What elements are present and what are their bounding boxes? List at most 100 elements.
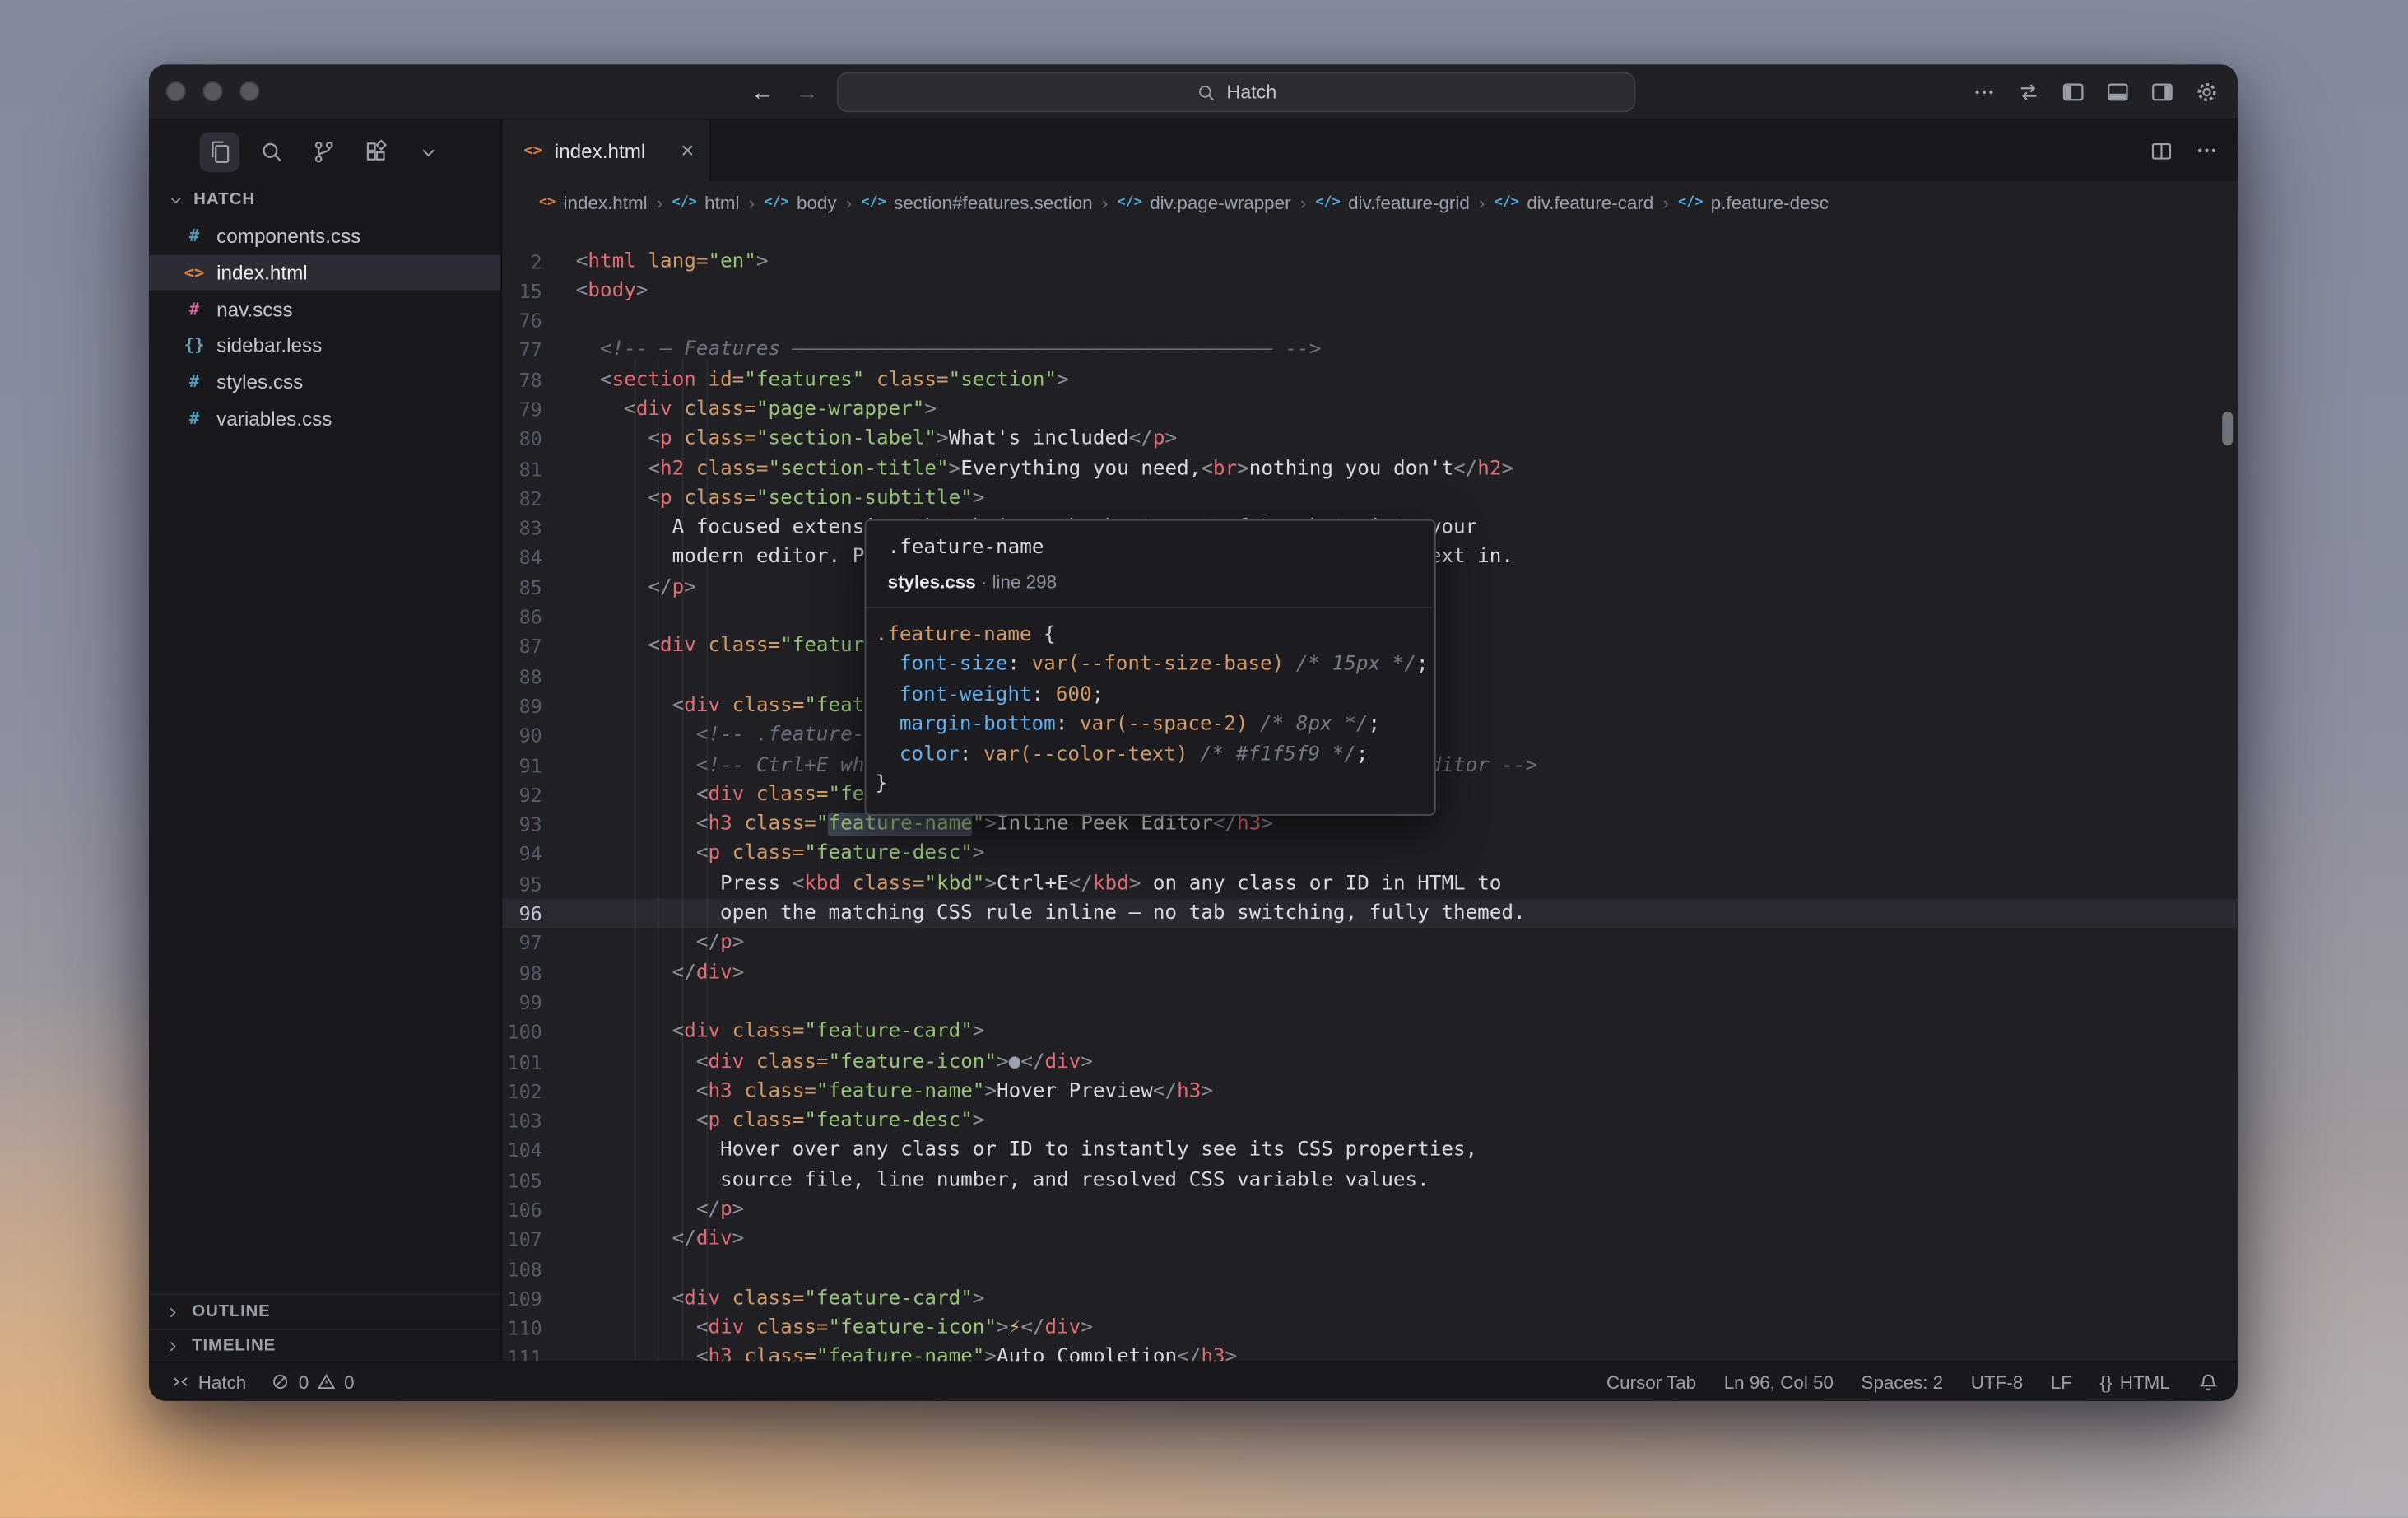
nav-back-button[interactable]: ← bbox=[751, 79, 774, 105]
code-line-111[interactable]: 111 <h3 class="feature-name">Auto Comple… bbox=[502, 1343, 2238, 1362]
cursor-position-status[interactable]: Ln 96, Col 50 bbox=[1724, 1371, 1834, 1392]
file-item-sidebar.less[interactable]: {} sidebar.less bbox=[149, 328, 500, 364]
breadcrumb-item[interactable]: </> div.page-wrapper bbox=[1118, 192, 1291, 213]
minimize-window-button[interactable] bbox=[202, 81, 223, 102]
line-number: 83 bbox=[518, 516, 542, 540]
code-line-103[interactable]: 103 <p class="feature-desc"> bbox=[502, 1106, 2238, 1136]
code-line-94[interactable]: 94 <p class="feature-desc"> bbox=[502, 840, 2238, 869]
activity-source-control-button[interactable] bbox=[304, 132, 344, 172]
breadcrumb-separator: › bbox=[1478, 192, 1485, 214]
breadcrumb-separator: › bbox=[1299, 192, 1307, 214]
toggle-primary-sidebar-icon[interactable] bbox=[2061, 80, 2085, 105]
activity-explorer-button[interactable] bbox=[199, 132, 240, 172]
code-line-15[interactable]: 15 <body> bbox=[502, 277, 2238, 306]
nav-forward-button[interactable]: → bbox=[796, 79, 819, 105]
tab-close-icon[interactable]: × bbox=[681, 137, 694, 164]
file-item-components.css[interactable]: # components.css bbox=[149, 218, 500, 254]
indentation-status[interactable]: Spaces: 2 bbox=[1862, 1371, 1944, 1392]
code-line-82[interactable]: 82 <p class="section-subtitle"> bbox=[502, 484, 2238, 514]
breadcrumb-item[interactable]: </> section#features.section bbox=[861, 192, 1092, 213]
remote-label: Hatch bbox=[198, 1371, 247, 1393]
popup-symbol: .feature-name bbox=[887, 536, 1044, 560]
titlebar[interactable]: ← → Hatch bbox=[149, 64, 2238, 120]
activity-extensions-button[interactable] bbox=[356, 132, 397, 172]
code-line-99[interactable]: 99 bbox=[502, 988, 2238, 1017]
breadcrumb-label: div.feature-card bbox=[1527, 192, 1654, 214]
eol-status[interactable]: LF bbox=[2051, 1371, 2072, 1392]
hover-peek-popup: .feature-name styles.css · line 298 .fea… bbox=[864, 519, 1436, 817]
breadcrumb-item[interactable]: <> index.html bbox=[539, 192, 648, 213]
line-number: 90 bbox=[518, 724, 542, 747]
line-content: </p> bbox=[695, 931, 745, 955]
customize-layout-icon[interactable] bbox=[2016, 80, 2041, 105]
breadcrumb-item[interactable]: </> p.feature-desc bbox=[1678, 192, 1829, 213]
code-line-105[interactable]: 105 source file, line number, and resolv… bbox=[502, 1166, 2238, 1195]
line-number: 15 bbox=[518, 279, 542, 303]
file-item-nav.scss[interactable]: # nav.scss bbox=[149, 291, 500, 327]
warnings-icon bbox=[316, 1371, 336, 1391]
breadcrumb-item[interactable]: </> div.feature-card bbox=[1495, 192, 1654, 213]
explorer-section-label: HATCH bbox=[193, 190, 256, 209]
file-type-icon: # bbox=[188, 371, 200, 393]
command-center-search[interactable]: Hatch bbox=[837, 72, 1636, 113]
code-line-104[interactable]: 104 Hover over any class or ID to instan… bbox=[502, 1136, 2238, 1166]
overflow-menu-icon[interactable] bbox=[1972, 80, 1997, 105]
code-line-106[interactable]: 106 </p> bbox=[502, 1195, 2238, 1225]
code-line-76[interactable]: 76 bbox=[502, 306, 2238, 336]
code-line-77[interactable]: 77 <!-- — Features —————————————————————… bbox=[502, 336, 2238, 366]
breadcrumb-label: div.page-wrapper bbox=[1150, 192, 1291, 214]
code-line-96[interactable]: 96 open the matching CSS rule inline — n… bbox=[502, 898, 2238, 929]
code-line-100[interactable]: 100 <div class="feature-card"> bbox=[502, 1017, 2238, 1047]
explorer-section-header[interactable]: HATCH bbox=[149, 181, 500, 218]
code-line-102[interactable]: 102 <h3 class="feature-name">Hover Previ… bbox=[502, 1077, 2238, 1106]
activity-search-button[interactable] bbox=[252, 132, 292, 172]
file-type-icon: # bbox=[188, 407, 200, 429]
split-editor-icon[interactable] bbox=[2150, 139, 2173, 162]
close-window-button[interactable] bbox=[165, 81, 186, 102]
code-line-97[interactable]: 97 </p> bbox=[502, 929, 2238, 958]
breadcrumb-item[interactable]: </> div.feature-grid bbox=[1315, 192, 1469, 213]
popup-code-line: color: var(--color-text) /* #f1f5f9 */; bbox=[899, 743, 1369, 766]
breadcrumb-item[interactable]: </> html bbox=[672, 192, 739, 213]
file-item-variables.css[interactable]: # variables.css bbox=[149, 400, 500, 436]
notifications-bell-icon[interactable] bbox=[2197, 1371, 2219, 1392]
element-symbol-icon: </> bbox=[861, 194, 886, 211]
sidebar-panel-timeline[interactable]: TIMELINE bbox=[149, 1329, 501, 1361]
breadcrumb-item[interactable]: </> body bbox=[764, 192, 836, 213]
code-line-78[interactable]: 78 <section id="features" class="section… bbox=[502, 366, 2238, 395]
line-number: 96 bbox=[518, 901, 542, 925]
popup-file-name[interactable]: styles.css bbox=[888, 571, 976, 593]
editor-scrollbar-thumb[interactable] bbox=[2222, 412, 2234, 446]
sidebar-panel-outline[interactable]: OUTLINE bbox=[149, 1293, 501, 1329]
code-line-107[interactable]: 107 </div> bbox=[502, 1225, 2238, 1255]
code-line-80[interactable]: 80 <p class="section-label">What's inclu… bbox=[502, 425, 2238, 454]
toggle-secondary-sidebar-icon[interactable] bbox=[2150, 80, 2174, 105]
code-line-108[interactable]: 108 bbox=[502, 1255, 2238, 1284]
code-line-98[interactable]: 98 </div> bbox=[502, 958, 2238, 988]
code-line-79[interactable]: 79 <div class="page-wrapper"> bbox=[502, 395, 2238, 425]
braces-icon: {} bbox=[2099, 1371, 2113, 1393]
code-line-109[interactable]: 109 <div class="feature-card"> bbox=[502, 1284, 2238, 1314]
cursor-tab-status[interactable]: Cursor Tab bbox=[1606, 1371, 1696, 1392]
code-line-95[interactable]: 95 Press <kbd class="kbd">Ctrl+E</kbd> o… bbox=[502, 869, 2238, 899]
problems-indicator[interactable]: 0 0 bbox=[271, 1371, 355, 1393]
code-line-110[interactable]: 110 <div class="feature-icon">⚡</div> bbox=[502, 1314, 2238, 1343]
remote-indicator[interactable]: Hatch bbox=[170, 1371, 247, 1393]
code-line-101[interactable]: 101 <div class="feature-icon">●</div> bbox=[502, 1047, 2238, 1077]
activity-more-chevron-icon[interactable] bbox=[408, 132, 449, 172]
encoding-status[interactable]: UTF-8 bbox=[1971, 1371, 2023, 1392]
code-line-81[interactable]: 81 <h2 class="section-title">Everything … bbox=[502, 454, 2238, 484]
zoom-window-button[interactable] bbox=[239, 81, 260, 102]
breadcrumb-separator: › bbox=[1101, 192, 1109, 214]
settings-gear-icon[interactable] bbox=[2195, 80, 2220, 105]
toggle-panel-icon[interactable] bbox=[2105, 80, 2130, 105]
file-item-styles.css[interactable]: # styles.css bbox=[149, 364, 500, 400]
editor-more-actions-icon[interactable] bbox=[2195, 138, 2220, 163]
file-item-index.html[interactable]: <> index.html bbox=[149, 254, 501, 291]
tab-index-html[interactable]: <> index.html × bbox=[502, 119, 711, 182]
line-number: 95 bbox=[518, 872, 542, 896]
popup-file-link[interactable]: styles.css · line 298 bbox=[866, 567, 1434, 608]
element-symbol-icon: </> bbox=[1117, 194, 1142, 211]
language-mode-status[interactable]: {} HTML bbox=[2100, 1371, 2170, 1392]
code-line-2[interactable]: 2 <html lang="en"> bbox=[502, 247, 2238, 277]
